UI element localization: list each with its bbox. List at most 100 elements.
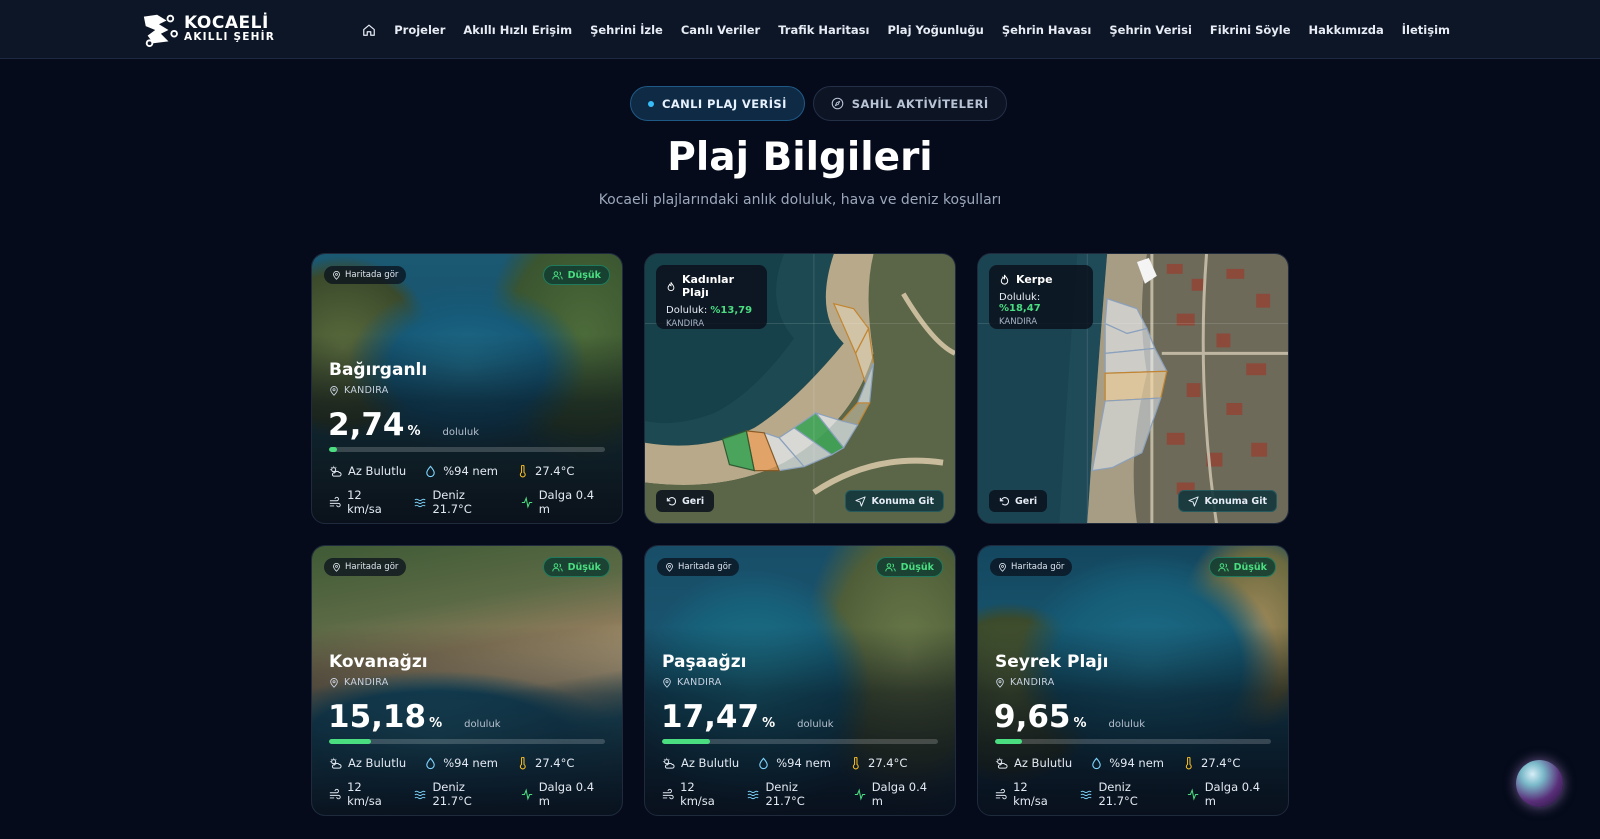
weather-text: Az Bulutlu: [681, 756, 740, 770]
beach-district: KANDIRA: [329, 677, 389, 688]
percent-sign: %: [1073, 716, 1087, 731]
logo-icon: [143, 14, 178, 47]
go-to-location-button[interactable]: Konuma Git: [844, 490, 944, 512]
beach-map-card[interactable]: Kadınlar Plajı Doluluk: %13,79 KANDIRA G…: [644, 253, 956, 524]
nav-sehrin-verisi[interactable]: Şehrin Verisi: [1109, 23, 1192, 37]
tab-activities-label: SAHİL AKTİVİTELERİ: [851, 96, 989, 111]
wind-text: 12 km/sa: [347, 780, 382, 808]
home-icon[interactable]: [362, 23, 376, 37]
assistant-orb-button[interactable]: [1516, 760, 1563, 807]
sea-temp-icon: [747, 790, 759, 799]
nav-iletisim[interactable]: İletişim: [1402, 23, 1450, 37]
weather-row: Az Bulutlu %94 nem 27.4°C: [329, 464, 592, 478]
percent-sign: %: [762, 716, 776, 731]
location-pin-icon: [663, 677, 671, 688]
popup-district: KANDIRA: [666, 319, 705, 329]
nav-fikrini-soyle[interactable]: Fikrini Söyle: [1210, 23, 1291, 37]
wind-text: 12 km/sa: [1013, 780, 1048, 808]
beach-card[interactable]: Haritada gör Düşük Bağırganlı KANDIRA 2,…: [311, 253, 623, 524]
occupancy-value: 2,74 % doluluk: [328, 407, 479, 443]
wind-icon: [329, 788, 341, 799]
nav-projeler[interactable]: Projeler: [394, 23, 445, 37]
nav-sehrini-izle[interactable]: Şehrini İzle: [590, 23, 663, 37]
map-pin-icon: [666, 562, 673, 572]
popup-occupancy-value: %13,79: [710, 305, 753, 316]
location-pin-icon: [330, 385, 338, 396]
nav-trafik-haritasi[interactable]: Trafik Haritası: [778, 23, 869, 37]
popup-doluluk-label: Doluluk:: [666, 305, 711, 316]
page-title: Plaj Bilgileri: [667, 135, 933, 180]
map-chip-label: Haritada gör: [678, 562, 732, 572]
weather-text: Az Bulutlu: [1014, 756, 1073, 770]
map-view-chip[interactable]: Haritada gör: [324, 558, 407, 576]
badge-label: Düşük: [567, 269, 601, 281]
temperature-text: 27.4°C: [1201, 756, 1241, 770]
nav-canli-veriler[interactable]: Canlı Veriler: [681, 23, 760, 37]
humidity-text: %94 nem: [443, 464, 499, 478]
brand-logo[interactable]: KOCAELİ AKILLI ŞEHİR: [140, 11, 275, 47]
nav-plaj-yogunlugu[interactable]: Plaj Yoğunluğu: [887, 23, 983, 37]
weather-row: Az Bulutlu %94 nem 27.4°C: [995, 756, 1258, 770]
main-menu: Projeler Akıllı Hızlı Erişim Şehrini İzl…: [362, 0, 1450, 59]
beach-map-card[interactable]: Kerpe Doluluk: %18,47 KANDIRA Geri Konum…: [977, 253, 1289, 524]
temperature-text: 27.4°C: [868, 756, 908, 770]
humidity-text: %94 nem: [443, 756, 499, 770]
thermometer-icon: [1185, 756, 1192, 769]
sea-row: 12 km/sa Deniz 21.7°C Dalga 0.4 m: [662, 780, 955, 808]
occupancy-number: 9,65: [994, 699, 1071, 735]
thermometer-icon: [852, 756, 859, 769]
beach-card[interactable]: Haritada gör Düşük Seyrek Plajı KANDIRA …: [977, 545, 1289, 816]
go-to-location-button[interactable]: Konuma Git: [1177, 490, 1277, 512]
popup-beach-name: Kadınlar Plajı: [681, 273, 735, 299]
back-button[interactable]: Geri: [656, 490, 715, 512]
nav-sehrin-havasi[interactable]: Şehrin Havası: [1002, 23, 1092, 37]
district-label: KANDIRA: [344, 385, 389, 396]
tab-live-label: CANLI PLAJ VERİSİ: [662, 96, 787, 111]
temperature-text: 27.4°C: [535, 756, 575, 770]
partly-cloudy-icon: [995, 757, 1008, 769]
rotate-back-icon: [666, 496, 677, 505]
back-label: Geri: [682, 495, 705, 507]
nav-akilli-hizli-erisim[interactable]: Akıllı Hızlı Erişim: [463, 23, 572, 37]
sea-temp-icon: [414, 498, 426, 507]
back-button[interactable]: Geri: [989, 490, 1048, 512]
compass-icon: [831, 97, 844, 110]
flame-icon: [667, 281, 675, 291]
beach-card[interactable]: Haritada gör Düşük Kovanağzı KANDIRA 15,…: [311, 545, 623, 816]
occupancy-progress-fill: [329, 447, 338, 452]
map-view-chip[interactable]: Haritada gör: [657, 558, 740, 576]
weather-text: Az Bulutlu: [348, 756, 407, 770]
beach-district: KANDIRA: [329, 385, 389, 396]
wave-text: Dalga 0.4 m: [1204, 780, 1261, 808]
occupancy-number: 17,47: [661, 699, 760, 735]
tab-beach-activities[interactable]: SAHİL AKTİVİTELERİ: [812, 86, 1007, 121]
district-label: KANDIRA: [344, 677, 389, 688]
map-view-chip[interactable]: Haritada gör: [990, 558, 1073, 576]
beach-district: KANDIRA: [995, 677, 1055, 688]
partly-cloudy-icon: [329, 757, 342, 769]
occupancy-progress-fill: [329, 739, 371, 744]
temperature-text: 27.4°C: [535, 464, 575, 478]
occupancy-progress-bar: [329, 447, 605, 452]
occupancy-level-badge: Düşük: [875, 557, 943, 577]
map-pin-icon: [333, 270, 340, 280]
beach-district: KANDIRA: [662, 677, 722, 688]
sea-temp-icon: [1080, 790, 1092, 799]
navigation-arrow-icon: [1187, 495, 1199, 507]
occupancy-label: doluluk: [797, 719, 834, 730]
partly-cloudy-icon: [329, 465, 342, 477]
wind-icon: [329, 496, 341, 507]
brand-line1: KOCAELİ: [184, 13, 269, 34]
nav-hakkimizda[interactable]: Hakkımızda: [1309, 23, 1384, 37]
map-chip-label: Haritada gör: [1011, 562, 1065, 572]
humidity-icon: [1092, 757, 1101, 769]
tab-live-beach-data[interactable]: CANLI PLAJ VERİSİ: [630, 86, 805, 121]
occupancy-value: 9,65 % doluluk: [994, 699, 1145, 735]
badge-label: Düşük: [900, 561, 934, 573]
badge-label: Düşük: [1233, 561, 1267, 573]
beach-name: Bağırganlı: [329, 360, 428, 380]
map-view-chip[interactable]: Haritada gör: [324, 266, 407, 284]
beach-card[interactable]: Haritada gör Düşük Paşaağzı KANDIRA 17,4…: [644, 545, 956, 816]
occupancy-label: doluluk: [442, 427, 480, 438]
weather-text: Az Bulutlu: [348, 464, 407, 478]
